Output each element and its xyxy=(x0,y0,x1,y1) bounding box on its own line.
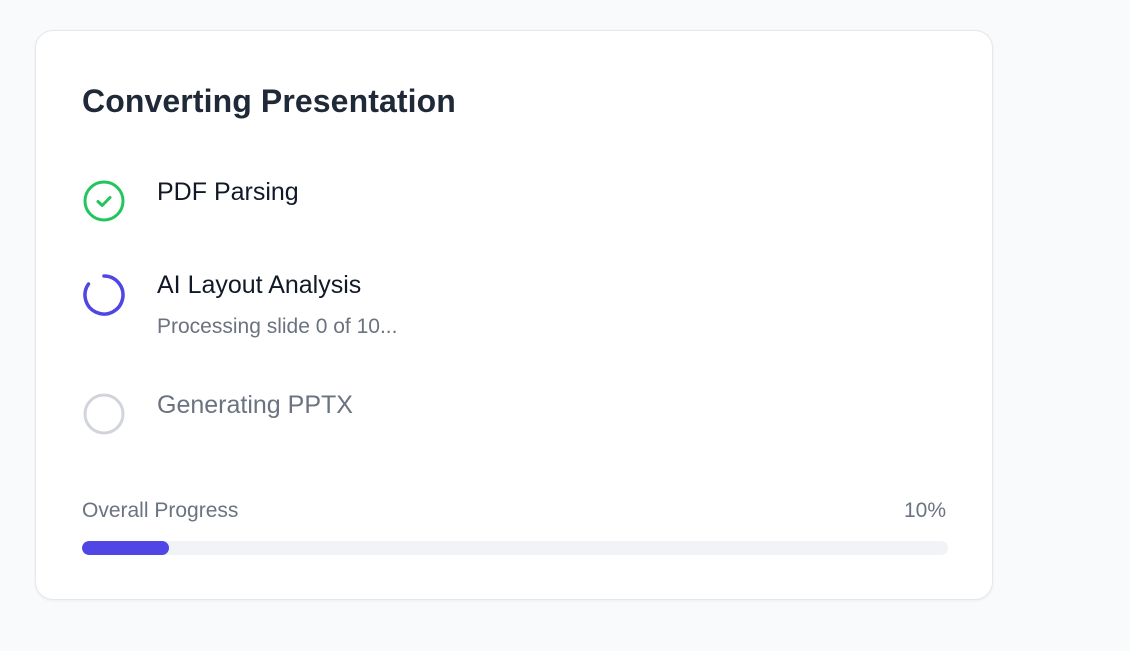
empty-circle-icon xyxy=(82,392,126,436)
progress-percent: 10% xyxy=(903,499,946,522)
spinner-icon xyxy=(82,273,126,317)
progress-bar-fill xyxy=(82,541,169,555)
progress-label: Overall Progress xyxy=(82,499,239,522)
step-label: AI Layout Analysis xyxy=(157,271,362,299)
check-circle-icon xyxy=(82,179,126,223)
conversion-card: Converting Presentation PDF Parsing AI L… xyxy=(35,30,993,600)
card-title: Converting Presentation xyxy=(82,83,456,119)
progress-bar xyxy=(82,541,948,555)
step-label: Generating PPTX xyxy=(157,391,353,419)
step-sublabel: Processing slide 0 of 10... xyxy=(157,315,398,338)
step-label: PDF Parsing xyxy=(157,178,299,206)
